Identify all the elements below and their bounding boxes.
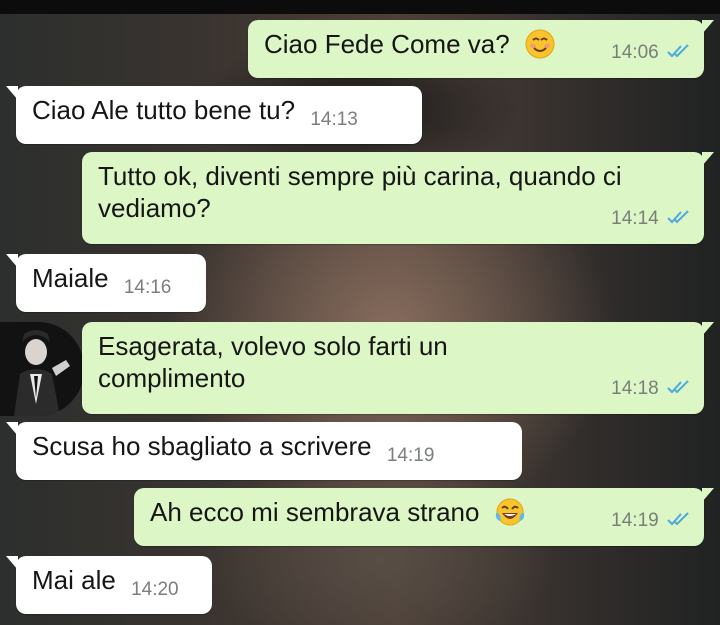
bubble-tail xyxy=(702,488,714,502)
bubble-tail xyxy=(6,86,18,100)
message-timestamp: 14:19 xyxy=(386,445,435,466)
message-text: Scusa ho sbagliato a scrivere xyxy=(32,431,372,461)
message-text: Esagerata, volevo solo farti un complime… xyxy=(98,331,448,393)
smiling-face-icon xyxy=(525,29,555,59)
double-check-read-icon xyxy=(667,210,689,224)
double-check-read-icon xyxy=(667,512,689,526)
incoming-message[interactable]: Mai ale 14:20 xyxy=(6,556,212,614)
bubble-tail xyxy=(702,322,714,336)
tears-of-joy-icon xyxy=(495,498,524,526)
message-text: Tutto ok, diventi sempre più carina, qua… xyxy=(98,161,622,223)
message-text: Ah ecco mi sembrava strano xyxy=(150,497,480,527)
outgoing-message[interactable]: Esagerata, volevo solo farti un complime… xyxy=(82,322,714,414)
double-check-read-icon xyxy=(667,44,689,58)
message-time-status: 14:19 xyxy=(611,505,690,537)
message-timestamp: 14:16 xyxy=(123,277,172,298)
incoming-message[interactable]: Maiale 14:16 xyxy=(6,254,206,312)
message-time-status: 14:14 xyxy=(611,203,690,235)
outgoing-message[interactable]: Ah ecco mi sembrava strano 14:19 xyxy=(134,488,714,546)
message-timestamp: 14:19 xyxy=(611,510,659,531)
double-check-read-icon xyxy=(667,380,689,394)
message-text: Mai ale xyxy=(32,565,116,595)
message-timestamp: 14:20 xyxy=(131,579,179,600)
bubble-tail xyxy=(6,422,18,436)
message-text: Ciao Ale tutto bene tu? xyxy=(32,95,296,125)
message-time-status: 14:18 xyxy=(611,373,690,405)
outgoing-message[interactable]: Ciao Fede Come va? 14:06 xyxy=(248,20,714,78)
message-timestamp: 14:14 xyxy=(611,208,659,229)
message-time-status: 14:06 xyxy=(611,37,690,69)
incoming-message[interactable]: Ciao Ale tutto bene tu? 14:13 xyxy=(6,86,422,144)
top-edge-bar xyxy=(0,0,720,14)
message-timestamp: 14:06 xyxy=(611,42,659,63)
outgoing-message[interactable]: Tutto ok, diventi sempre più carina, qua… xyxy=(82,152,714,244)
bubble-tail xyxy=(702,20,714,34)
bubble-tail xyxy=(6,556,18,570)
bubble-tail xyxy=(702,152,714,166)
message-text: Ciao Fede Come va? xyxy=(264,29,510,59)
message-timestamp: 14:18 xyxy=(611,378,659,399)
bubble-tail xyxy=(6,254,18,268)
message-text: Maiale xyxy=(32,263,109,293)
incoming-message[interactable]: Scusa ho sbagliato a scrivere 14:19 xyxy=(6,422,522,480)
message-timestamp: 14:13 xyxy=(310,109,358,130)
